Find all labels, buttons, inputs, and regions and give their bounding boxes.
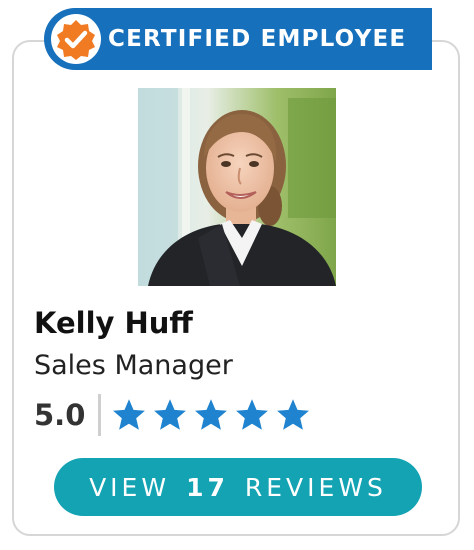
view-reviews-suffix: REVIEWS: [244, 472, 387, 502]
rating-row: 5.0: [34, 393, 311, 437]
star-icon: [236, 399, 268, 430]
rating-value: 5.0: [34, 398, 86, 432]
view-reviews-button[interactable]: VIEW 17 REVIEWS: [54, 458, 422, 516]
star-rating: [111, 397, 311, 433]
employee-portrait-image: [138, 88, 336, 286]
star-icon: [195, 399, 227, 430]
employee-photo: [138, 88, 336, 286]
badge-label: CERTIFIED EMPLOYEE: [108, 26, 407, 52]
certified-employee-badge: CERTIFIED EMPLOYEE: [44, 8, 432, 70]
view-reviews-prefix: VIEW: [89, 472, 171, 502]
star-icon: [154, 399, 186, 430]
rating-divider: [98, 394, 101, 436]
employee-name: Kelly Huff: [34, 306, 193, 340]
certified-check-seal-icon: [51, 14, 101, 64]
review-count: 17: [186, 472, 229, 502]
star-icon: [277, 399, 309, 430]
star-icon: [113, 399, 145, 430]
employee-job-title: Sales Manager: [34, 350, 233, 381]
